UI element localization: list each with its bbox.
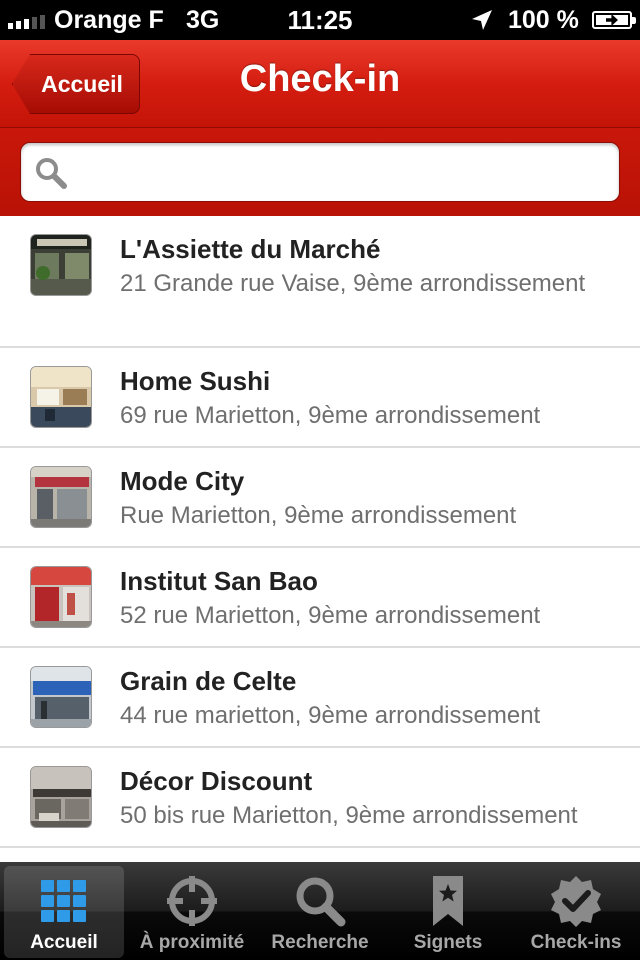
place-address: 21 Grande rue Vaise, 9ème arrondissement xyxy=(120,270,586,297)
search-field[interactable] xyxy=(20,142,620,202)
tab-bar: Accueil À proximité Recherche Signets Ch… xyxy=(0,862,640,960)
place-name: Décor Discount xyxy=(120,766,313,796)
tab-label: Check-ins xyxy=(530,932,622,953)
tab-label: À proximité xyxy=(139,932,245,953)
place-name: Home Sushi xyxy=(120,366,271,396)
tab-label: Signets xyxy=(413,932,483,953)
checkmark-badge-icon xyxy=(551,876,601,927)
tab-accueil[interactable]: Accueil xyxy=(4,866,124,958)
status-bar: Orange F 3G 11:25 100 % xyxy=(0,0,640,40)
tab-label: Accueil xyxy=(30,932,98,953)
places-list: L'Assiette du Marché 21 Grande rue Vaise… xyxy=(0,216,640,848)
place-name: L'Assiette du Marché xyxy=(120,234,381,264)
tab-recherche[interactable]: Recherche xyxy=(260,866,380,958)
tab-signets[interactable]: Signets xyxy=(388,866,508,958)
tab-a-proximite[interactable]: À proximité xyxy=(132,866,252,958)
search-icon xyxy=(36,158,67,189)
location-arrow-icon xyxy=(472,10,492,30)
search-input[interactable] xyxy=(81,143,609,201)
place-address: 44 rue marietton, 9ème arrondissement xyxy=(120,702,541,729)
crosshair-icon xyxy=(167,876,217,926)
place-thumbnail xyxy=(30,566,92,628)
place-thumbnail xyxy=(30,234,92,296)
tab-label: Recherche xyxy=(271,932,369,953)
list-item[interactable]: L'Assiette du Marché 21 Grande rue Vaise… xyxy=(0,216,640,348)
place-address: 50 bis rue Marietton, 9ème arrondissemen… xyxy=(120,802,578,829)
list-item[interactable]: Grain de Celte 44 rue marietton, 9ème ar… xyxy=(0,648,640,748)
place-thumbnail xyxy=(30,366,92,428)
place-name: Institut San Bao xyxy=(120,566,318,596)
place-address: 52 rue Marietton, 9ème arrondissement xyxy=(120,602,541,629)
magnifier-icon xyxy=(296,877,346,927)
place-thumbnail xyxy=(30,466,92,528)
place-name: Grain de Celte xyxy=(120,666,297,696)
place-thumbnail xyxy=(30,766,92,828)
navigation-bar: Accueil Check-in xyxy=(0,40,640,128)
bookmark-icon xyxy=(433,876,463,926)
battery-percentage: 100 % xyxy=(508,6,579,34)
list-item[interactable]: Mode City Rue Marietton, 9ème arrondisse… xyxy=(0,448,640,548)
list-item[interactable]: Décor Discount 50 bis rue Marietton, 9èm… xyxy=(0,748,640,848)
page-title: Check-in xyxy=(239,58,401,100)
place-address: Rue Marietton, 9ème arrondissement xyxy=(120,502,517,529)
list-item[interactable]: Institut San Bao 52 rue Marietton, 9ème … xyxy=(0,548,640,648)
list-item[interactable]: Home Sushi 69 rue Marietton, 9ème arrond… xyxy=(0,348,640,448)
place-address: 69 rue Marietton, 9ème arrondissement xyxy=(120,402,541,429)
tab-check-ins[interactable]: Check-ins xyxy=(516,866,636,958)
battery-charging-icon xyxy=(592,11,636,29)
place-name: Mode City xyxy=(120,466,245,496)
search-bar xyxy=(0,128,640,216)
grid-icon xyxy=(41,880,86,922)
place-thumbnail xyxy=(30,666,92,728)
